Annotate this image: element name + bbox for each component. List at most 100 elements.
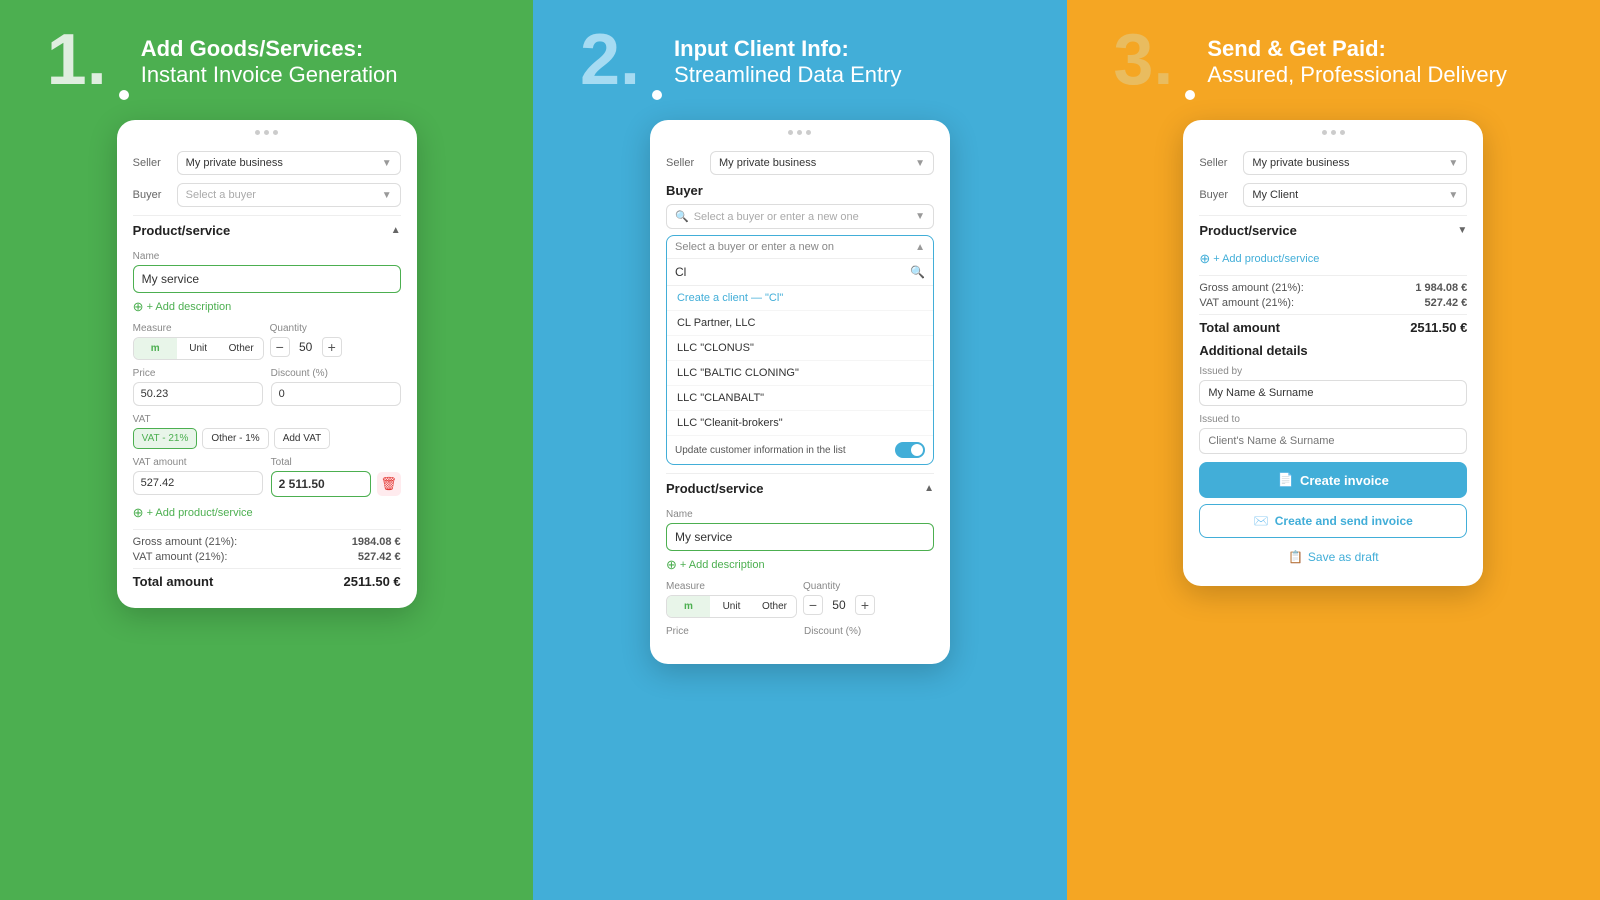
buyer-placeholder: Select a buyer bbox=[186, 189, 256, 201]
client-search-input[interactable] bbox=[675, 265, 910, 279]
quantity-section: Quantity − 50 + bbox=[270, 323, 401, 360]
total-row: 🗑 bbox=[271, 471, 401, 497]
create-invoice-button[interactable]: 📄 Create invoice bbox=[1199, 462, 1467, 498]
phone-top-bar-1 bbox=[117, 120, 417, 141]
vat-tab-other[interactable]: Other - 1% bbox=[202, 428, 268, 449]
create-send-icon: ✉️ bbox=[1254, 514, 1269, 528]
step-2-number: 2. bbox=[580, 30, 640, 91]
quantity-increase-button[interactable]: + bbox=[322, 337, 342, 357]
buyer-row: Buyer Select a buyer ▼ bbox=[133, 183, 401, 207]
seller-value-3: My private business bbox=[1252, 157, 1349, 169]
quantity-increase-button-2[interactable]: + bbox=[855, 595, 875, 615]
dropdown-search-input-row: 🔍 bbox=[667, 259, 933, 286]
product-chevron-icon[interactable]: ▲ bbox=[391, 225, 401, 236]
product-section-header-2: Product/service ▲ bbox=[666, 473, 934, 503]
panel-1: 1. Add Goods/Services: Instant Invoice G… bbox=[0, 0, 533, 900]
measure-tab-m-2[interactable]: m bbox=[667, 596, 710, 617]
measure-tab-m[interactable]: m bbox=[134, 338, 177, 359]
measure-tabs: m Unit Other bbox=[133, 337, 264, 360]
client-option-5[interactable]: LLC "Cleanit-brokers" bbox=[667, 411, 933, 436]
name-field-label: Name bbox=[133, 251, 401, 262]
discount-section-2: Discount (%) bbox=[804, 626, 934, 640]
dropdown-header-text: Select a buyer or enter a new on bbox=[675, 241, 910, 253]
price-discount-row-2: Price Discount (%) bbox=[666, 626, 934, 640]
phone-dot bbox=[788, 130, 793, 135]
step-1-title-normal: Instant Invoice Generation bbox=[141, 62, 398, 88]
issued-to-input[interactable] bbox=[1199, 428, 1467, 454]
product-chevron-3-icon[interactable]: ▼ bbox=[1457, 225, 1467, 236]
measure-tabs-2: m Unit Other bbox=[666, 595, 797, 618]
phone-mockup-1: Seller My private business ▼ Buyer Selec… bbox=[117, 120, 417, 608]
vat-tabs: VAT - 21% Other - 1% Add VAT bbox=[133, 428, 401, 449]
add-product-link-3[interactable]: ⊕ + Add product/service bbox=[1199, 251, 1467, 267]
phone-dot bbox=[806, 130, 811, 135]
add-description-link-2[interactable]: ⊕ + Add description bbox=[666, 557, 934, 573]
step-3-title-normal: Assured, Professional Delivery bbox=[1207, 62, 1507, 88]
create-invoice-icon: 📄 bbox=[1278, 472, 1294, 488]
gross-line-3: Gross amount (21%): 1 984.08 € bbox=[1199, 282, 1467, 294]
product-section-title-3: Product/service bbox=[1199, 223, 1297, 238]
buyer-select-3[interactable]: My Client ▼ bbox=[1243, 183, 1467, 207]
buyer-label-3: Buyer bbox=[1199, 189, 1237, 201]
seller-chevron-2-icon: ▼ bbox=[915, 158, 925, 169]
dropdown-header-row: Select a buyer or enter a new on ▲ bbox=[667, 236, 933, 259]
quantity-decrease-button[interactable]: − bbox=[270, 337, 290, 357]
seller-select[interactable]: My private business ▼ bbox=[177, 151, 401, 175]
total-label: Total bbox=[271, 457, 401, 468]
add-product-link[interactable]: ⊕ + Add product/service bbox=[133, 505, 401, 521]
vat-amount-section: VAT amount bbox=[133, 457, 263, 497]
panel-2: 2. Input Client Info: Streamlined Data E… bbox=[533, 0, 1066, 900]
create-send-invoice-button[interactable]: ✉️ Create and send invoice bbox=[1199, 504, 1467, 538]
client-option-1[interactable]: CL Partner, LLC bbox=[667, 311, 933, 336]
step-1-dot bbox=[119, 90, 129, 100]
total-input bbox=[271, 471, 371, 497]
phone-top-bar-2 bbox=[650, 120, 950, 141]
price-input[interactable] bbox=[133, 382, 263, 406]
product-chevron-2-icon[interactable]: ▲ bbox=[924, 483, 934, 494]
seller-row-3: Seller My private business ▼ bbox=[1199, 151, 1467, 175]
phone-content-2: Seller My private business ▼ Buyer 🔍 Sel… bbox=[650, 141, 950, 664]
seller-label-2: Seller bbox=[666, 157, 704, 169]
seller-label: Seller bbox=[133, 157, 171, 169]
panel-3: 3. Send & Get Paid: Assured, Professiona… bbox=[1067, 0, 1600, 900]
measure-tab-unit-2[interactable]: Unit bbox=[710, 596, 753, 617]
add-description-2-icon: ⊕ bbox=[666, 557, 677, 573]
create-client-option[interactable]: Create a client — "Cl" bbox=[667, 286, 933, 311]
buyer-value-3: My Client bbox=[1252, 189, 1298, 201]
add-description-text-2: + Add description bbox=[680, 559, 765, 571]
step-3-title-bold: Send & Get Paid: bbox=[1207, 36, 1507, 62]
product-section-title-2: Product/service bbox=[666, 481, 764, 496]
buyer-search-row[interactable]: 🔍 Select a buyer or enter a new one ▼ bbox=[666, 204, 934, 229]
vat-tab-add[interactable]: Add VAT bbox=[274, 428, 331, 449]
step-3-title: Send & Get Paid: Assured, Professional D… bbox=[1207, 30, 1507, 89]
vat-label-3: VAT amount (21%): bbox=[1199, 297, 1294, 309]
discount-input[interactable] bbox=[271, 382, 401, 406]
phone-dot bbox=[273, 130, 278, 135]
phone-content-3: Seller My private business ▼ Buyer My Cl… bbox=[1183, 141, 1483, 586]
name-input[interactable] bbox=[133, 265, 401, 293]
seller-select-2[interactable]: My private business ▼ bbox=[710, 151, 934, 175]
vat-tab-21[interactable]: VAT - 21% bbox=[133, 428, 198, 449]
quantity-decrease-button-2[interactable]: − bbox=[803, 595, 823, 615]
seller-select-3[interactable]: My private business ▼ bbox=[1243, 151, 1467, 175]
vat-amount-input bbox=[133, 471, 263, 495]
measure-tab-other[interactable]: Other bbox=[220, 338, 263, 359]
step-2-title-normal: Streamlined Data Entry bbox=[674, 62, 901, 88]
seller-chevron-3-icon: ▼ bbox=[1448, 158, 1458, 169]
step-2-title-bold: Input Client Info: bbox=[674, 36, 901, 62]
update-toggle-switch[interactable] bbox=[895, 442, 925, 458]
client-option-3[interactable]: LLC "BALTIC CLONING" bbox=[667, 361, 933, 386]
save-draft-icon: 📋 bbox=[1288, 550, 1303, 564]
client-option-2[interactable]: LLC "CLONUS" bbox=[667, 336, 933, 361]
buyer-select[interactable]: Select a buyer ▼ bbox=[177, 183, 401, 207]
client-option-4[interactable]: LLC "CLANBALT" bbox=[667, 386, 933, 411]
measure-tab-unit[interactable]: Unit bbox=[177, 338, 220, 359]
name-input-2[interactable] bbox=[666, 523, 934, 551]
delete-item-button[interactable]: 🗑 bbox=[377, 472, 401, 496]
add-description-link[interactable]: ⊕ + Add description bbox=[133, 299, 401, 315]
measure-tab-other-2[interactable]: Other bbox=[753, 596, 796, 617]
issued-by-input[interactable] bbox=[1199, 380, 1467, 406]
save-draft-button[interactable]: 📋 Save as draft bbox=[1199, 544, 1467, 570]
add-description-icon: ⊕ bbox=[133, 299, 144, 315]
vat-amount-label: VAT amount bbox=[133, 457, 263, 468]
